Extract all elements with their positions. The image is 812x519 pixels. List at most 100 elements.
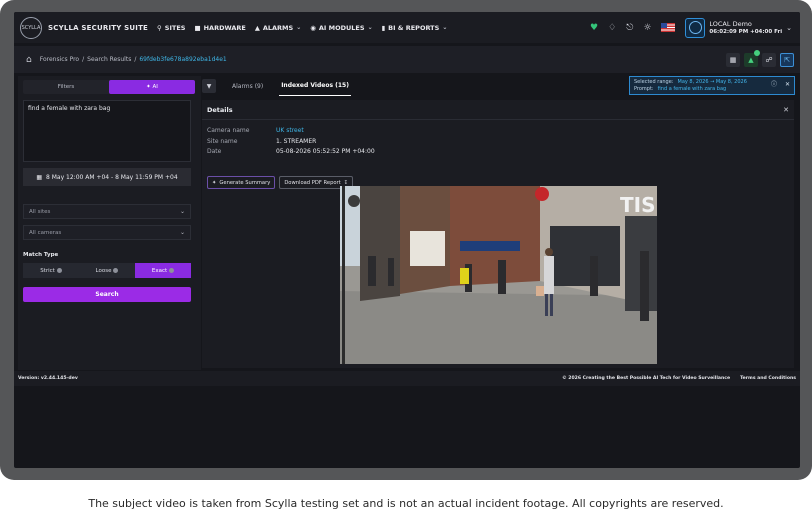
nav-hardware-label: HARDWARE (203, 23, 246, 32)
top-nav: SCYLLA SCYLLA SECURITY SUITE ⚲ SITES ■ H… (14, 12, 800, 43)
nav-alarms-label: ALARMS (262, 23, 294, 32)
match-type-group: Strict Loose Exact (23, 263, 191, 278)
expand-button[interactable]: ⇱ (780, 52, 794, 67)
headset-icon[interactable]: ⎋ (626, 23, 633, 33)
pin-icon: ⚲ (157, 23, 162, 32)
status-button[interactable]: ▲ (744, 49, 760, 67)
match-type-label: Match Type (23, 252, 59, 258)
copyright-label: © 2026 Creating the Best Possible AI Tec… (562, 376, 731, 381)
brand-logo[interactable]: SCYLLA (20, 16, 42, 39)
nav-ai-modules[interactable]: ◉ AI MODULES ⌄ (310, 24, 372, 32)
close-icon[interactable]: ✕ (785, 81, 790, 88)
generate-summary-button[interactable]: ✦ Generate Summary (207, 176, 276, 189)
chevron-down-icon: ⌄ (179, 229, 185, 236)
breadcrumb-search-results[interactable]: Search Results (87, 56, 131, 63)
user-datetime: 06:02:09 PM +04:00 Fri (709, 28, 783, 35)
search-panel: Filters ✦ AI find a female with zara bag… (18, 76, 201, 370)
avatar (685, 17, 706, 38)
tab-alarms[interactable]: Alarms (9) (232, 76, 263, 96)
app-footer: Version: v2.44.145-dev © 2026 Creating t… (14, 371, 800, 386)
nav-bi-reports-label: BI & REPORTS (388, 23, 440, 32)
download-pdf-label: Download PDF Report (284, 179, 341, 186)
nav-ai-modules-label: AI MODULES (318, 23, 365, 32)
prompt-value: find a female with zara bag (657, 86, 727, 92)
home-icon[interactable]: ⌂ (26, 55, 32, 65)
filter-icon: ▼ (206, 82, 212, 90)
sparkle-icon: ✦ (212, 179, 217, 186)
info-icon (56, 268, 62, 273)
video-frame[interactable]: TIS (340, 186, 657, 364)
sites-select-label: All sites (29, 208, 51, 215)
date-range-picker[interactable]: ▦ 8 May 12:00 AM +04 - 8 May 11:59 PM +0… (23, 168, 191, 186)
camera-name-link[interactable]: UK street (276, 126, 304, 137)
download-icon: ↧ (343, 179, 349, 186)
disclaimer-caption: The subject video is taken from Scylla t… (88, 497, 724, 510)
breadcrumb-current: 69fdeb3fe678a892eba1d4e1 (139, 56, 227, 63)
nav-alarms[interactable]: ▲ ALARMS ⌄ (255, 24, 301, 32)
match-exact[interactable]: Exact (135, 263, 191, 278)
bottle-icon: ▲ (748, 55, 754, 64)
grid-icon: ▦ (729, 55, 737, 64)
terms-link[interactable]: Terms and Conditions (740, 376, 796, 381)
user-menu[interactable]: LOCAL Demo 06:02:09 PM +04:00 Fri ⌄ (685, 17, 792, 38)
match-loose-label: Loose (95, 267, 112, 274)
brand-name: SCYLLA SECURITY SUITE (48, 23, 149, 32)
sites-select[interactable]: All sites ⌄ (23, 204, 191, 219)
details-meta: Camera name UK street Site name 1. STREAME… (207, 126, 375, 158)
view-controls: ▦ ▲ ☍ ⇱ (726, 49, 794, 67)
info-icon[interactable]: ⓘ (771, 81, 777, 88)
match-exact-label: Exact (151, 267, 168, 274)
cameras-select[interactable]: All cameras ⌄ (23, 225, 191, 240)
chevron-down-icon: ⌄ (786, 23, 792, 32)
breadcrumb-forensics[interactable]: Forensics Pro (40, 56, 79, 63)
tab-indexed-videos[interactable]: Indexed Videos (15) (279, 76, 351, 96)
device-frame: SCYLLA SCYLLA SECURITY SUITE ⚲ SITES ■ H… (0, 0, 812, 480)
chart-icon: ▮ (381, 23, 386, 32)
meta-key: Date (207, 148, 222, 155)
details-panel: Details ✕ Camera name UK street Site name… (202, 100, 794, 368)
version-label: Version: v2.44.145-dev (18, 376, 78, 381)
chevron-down-icon: ⌄ (179, 208, 185, 215)
generate-summary-label: Generate Summary (219, 179, 271, 186)
nav-sites[interactable]: ⚲ SITES (157, 24, 185, 32)
tab-ai-label: AI (152, 84, 158, 90)
tab-ai[interactable]: ✦ AI (109, 80, 195, 94)
breadcrumb: ⌂ Forensics Pro / Search Results / 69fde… (14, 46, 800, 73)
notification-bell-icon[interactable]: ♢ (608, 23, 616, 33)
search-button[interactable]: Search (23, 287, 191, 302)
selected-range-label: Selected range: (634, 79, 674, 85)
match-strict-label: Strict (40, 267, 55, 274)
nav-right-tools: ♥ ♢ ⎋ ☼ LOCAL Demo 06:02:09 PM +04:00 Fr… (590, 17, 792, 38)
filter-button[interactable]: ▼ (202, 79, 216, 93)
match-strict[interactable]: Strict (23, 263, 79, 278)
date-value: 05-08-2026 05:52:52 PM +04:00 (276, 148, 375, 155)
nav-sites-label: SITES (164, 23, 186, 32)
details-title: Details (207, 105, 233, 114)
logo-text: SCYLLA (21, 24, 41, 31)
status-badge (754, 49, 760, 56)
match-loose[interactable]: Loose (79, 263, 135, 278)
meta-row: Date 05-08-2026 05:52:52 PM +04:00 (207, 147, 375, 158)
globe-icon: ☍ (765, 55, 773, 64)
close-icon[interactable]: ✕ (783, 106, 789, 114)
health-heart-icon[interactable]: ♥ (590, 23, 598, 33)
info-icon (113, 268, 119, 273)
selected-range-box: Selected range: May 8, 2026 → May 8, 2026… (629, 76, 795, 95)
cameras-select-label: All cameras (29, 229, 62, 236)
mode-toggle: Filters ✦ AI (23, 80, 195, 94)
us-flag-icon[interactable] (661, 23, 676, 32)
app-screen: SCYLLA SCYLLA SECURITY SUITE ⚲ SITES ■ H… (14, 12, 800, 468)
meta-key: Camera name (207, 127, 250, 134)
globe-button[interactable]: ☍ (762, 52, 776, 67)
date-range-label: 8 May 12:00 AM +04 - 8 May 11:59 PM +04 (46, 173, 178, 181)
nav-bi-reports[interactable]: ▮ BI & REPORTS ⌄ (382, 24, 448, 32)
shop-sign-text: TIS (620, 193, 656, 217)
details-actions: ✦ Generate Summary Download PDF Report ↧ (207, 176, 354, 189)
tab-filters[interactable]: Filters (23, 80, 109, 94)
grid-view-button[interactable]: ▦ (726, 52, 740, 67)
meta-row: Site name 1. STREAMER (207, 137, 375, 148)
ai-icon: ◉ (310, 23, 316, 32)
query-textarea[interactable]: find a female with zara bag (23, 100, 191, 162)
nav-hardware[interactable]: ■ HARDWARE (194, 24, 245, 32)
theme-sun-icon[interactable]: ☼ (643, 23, 651, 33)
